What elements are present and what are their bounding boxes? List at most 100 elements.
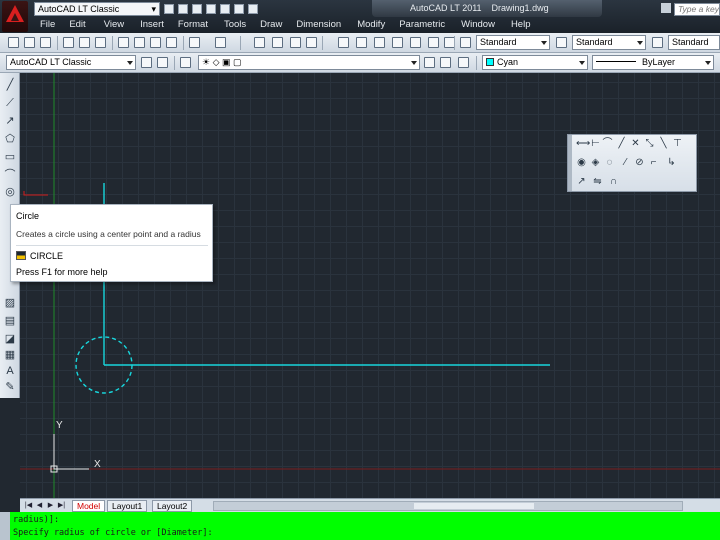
plot-icon[interactable] <box>63 37 74 48</box>
dim-style-select[interactable]: Standard <box>572 35 646 50</box>
qnew-icon[interactable] <box>8 37 19 48</box>
layer-state-icon[interactable] <box>458 57 469 68</box>
layer-select[interactable]: ☀ ◇ ▣ ▢ <box>198 55 420 70</box>
search-input[interactable]: Type a keyword <box>674 3 720 16</box>
table-style-select[interactable]: Standard <box>668 35 720 50</box>
undo-icon[interactable] <box>220 4 230 14</box>
dimension-update-icon[interactable]: ∩ <box>608 176 619 187</box>
color-select[interactable]: Cyan <box>482 55 588 70</box>
jogged-icon[interactable]: ╲ <box>658 138 669 149</box>
menu-view[interactable]: View <box>104 18 124 33</box>
gradient-icon[interactable]: ▤ <box>4 315 16 327</box>
tab-model[interactable]: Model <box>72 500 106 512</box>
linear-dimension-icon[interactable]: ⟷ <box>576 138 590 149</box>
menu-file[interactable]: File <box>40 18 55 33</box>
table-icon[interactable]: ▦ <box>4 349 16 361</box>
open-icon[interactable] <box>24 37 35 48</box>
design-center-icon[interactable] <box>356 37 367 48</box>
last-tab-icon[interactable]: ▶| <box>57 501 66 510</box>
region-icon[interactable]: ◪ <box>4 333 16 345</box>
first-tab-icon[interactable]: |◀ <box>24 501 33 510</box>
polygon-icon[interactable]: ⬠ <box>4 133 16 145</box>
dimension-edit-icon[interactable]: ↗ <box>576 176 587 187</box>
text-style-icon[interactable] <box>460 37 471 48</box>
command-line[interactable]: radius)]: Specify radius of circle or [D… <box>0 512 720 540</box>
new-file-icon[interactable] <box>164 4 174 14</box>
tab-layout2[interactable]: Layout2 <box>152 500 193 512</box>
menu-format[interactable]: Format <box>178 18 208 33</box>
copy-icon[interactable] <box>134 37 145 48</box>
redo-icon[interactable] <box>234 4 244 14</box>
previous-tab-icon[interactable]: ◀ <box>35 501 44 510</box>
zoom-previous-icon[interactable] <box>306 37 317 48</box>
quickcalc-icon[interactable] <box>428 37 439 48</box>
hatch-icon[interactable]: ▨ <box>4 297 16 309</box>
layer-properties-icon[interactable] <box>180 57 191 68</box>
redo-icon[interactable] <box>215 37 226 48</box>
make-current-layer-icon[interactable] <box>424 57 435 68</box>
properties-icon[interactable] <box>338 37 349 48</box>
aligned-dimension-icon[interactable]: ⊢ <box>590 138 601 149</box>
tool-palettes-icon[interactable] <box>374 37 385 48</box>
construction-line-icon[interactable]: ⟋ <box>4 97 16 109</box>
window-control-icon[interactable] <box>661 3 671 13</box>
zoom-window-icon[interactable] <box>290 37 301 48</box>
save-as-icon[interactable] <box>206 4 216 14</box>
angular-icon[interactable]: ⊤ <box>672 138 683 149</box>
toolbar-grip[interactable] <box>568 135 572 191</box>
center-mark-icon[interactable]: ↳ <box>666 157 677 168</box>
cut-icon[interactable] <box>118 37 129 48</box>
open-file-icon[interactable] <box>178 4 188 14</box>
dimension-space-icon[interactable]: ⁄ <box>620 157 631 168</box>
workspace-select[interactable]: AutoCAD LT Classic <box>6 55 136 70</box>
menu-draw[interactable]: Draw <box>260 18 282 33</box>
diameter-icon[interactable]: ⤡ <box>644 138 655 149</box>
quick-dimension-icon[interactable]: ◉ <box>576 157 587 168</box>
save-icon[interactable] <box>192 4 202 14</box>
horizontal-scrollbar[interactable] <box>213 501 683 511</box>
plot-icon[interactable] <box>248 4 258 14</box>
ordinate-icon[interactable]: ╱ <box>616 138 627 149</box>
publish-icon[interactable] <box>95 37 106 48</box>
dimension-text-edit-icon[interactable]: ⇋ <box>592 176 603 187</box>
workspace-switcher[interactable]: AutoCAD LT Classic ▾ <box>34 2 160 16</box>
layer-previous-icon[interactable] <box>440 57 451 68</box>
dim-style-icon[interactable] <box>556 37 567 48</box>
menu-dimension[interactable]: Dimension <box>296 18 341 33</box>
command-line-grip[interactable] <box>0 512 10 540</box>
menu-insert[interactable]: Insert <box>140 18 164 33</box>
match-properties-icon[interactable] <box>166 37 177 48</box>
text-style-select[interactable]: Standard <box>476 35 550 50</box>
tab-layout1[interactable]: Layout1 <box>107 500 148 512</box>
baseline-icon[interactable]: ◈ <box>590 157 601 168</box>
polyline-icon[interactable]: ↗ <box>4 115 16 127</box>
radius-icon[interactable]: ✕ <box>630 138 641 149</box>
next-tab-icon[interactable]: ▶ <box>46 501 55 510</box>
line-icon[interactable]: ╱ <box>4 79 16 91</box>
tolerance-icon[interactable]: ⌐ <box>648 157 659 168</box>
multiline-text-icon[interactable]: A <box>4 365 16 377</box>
workspace-settings-icon[interactable] <box>141 57 152 68</box>
circle-icon[interactable]: ◎ <box>4 186 16 198</box>
scrollbar-thumb[interactable] <box>414 503 534 509</box>
linetype-select[interactable]: ByLayer <box>592 55 714 70</box>
add-selected-icon[interactable]: ✎ <box>4 381 16 393</box>
menu-edit[interactable]: Edit <box>69 18 85 33</box>
menu-help[interactable]: Help <box>511 18 531 33</box>
menu-modify[interactable]: Modify <box>357 18 385 33</box>
undo-icon[interactable] <box>189 37 200 48</box>
paste-icon[interactable] <box>150 37 161 48</box>
application-menu-button[interactable] <box>2 1 28 32</box>
sheet-set-icon[interactable] <box>392 37 403 48</box>
dimension-break-icon[interactable]: ⊘ <box>634 157 645 168</box>
rectangle-icon[interactable]: ▭ <box>4 151 16 163</box>
plot-preview-icon[interactable] <box>79 37 90 48</box>
command-prompt[interactable]: Specify radius of circle or [Diameter]: <box>13 528 213 538</box>
menu-tools[interactable]: Tools <box>224 18 246 33</box>
save-icon[interactable] <box>40 37 51 48</box>
arc-icon[interactable]: ⌒ <box>4 169 16 181</box>
markup-icon[interactable] <box>410 37 421 48</box>
continue-icon[interactable]: ◌ <box>604 157 615 168</box>
pan-icon[interactable] <box>254 37 265 48</box>
table-style-icon[interactable] <box>652 37 663 48</box>
